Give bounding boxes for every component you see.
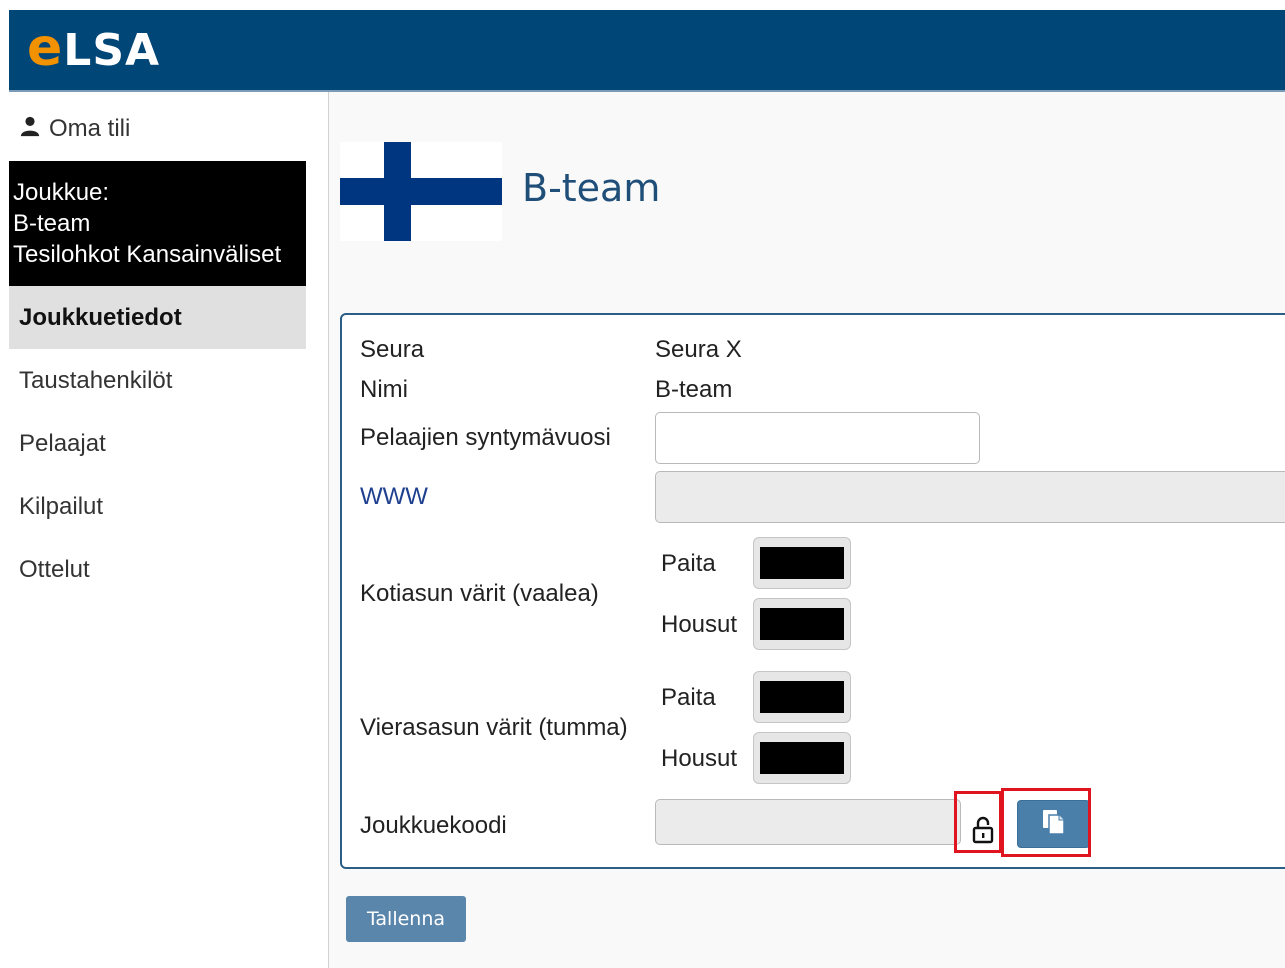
sidebar-item-taustahenkilot[interactable]: Taustahenkilöt — [9, 349, 306, 412]
away-shirt-color-picker[interactable] — [753, 671, 851, 723]
team-info-series: Tesilohkot Kansainväliset — [13, 241, 282, 268]
away-colors-label: Vierasasun värit (tumma) — [360, 714, 628, 741]
copy-button[interactable] — [1017, 800, 1090, 848]
main-content: B-team Seura Seura X Nimi B-team Pelaaji… — [329, 92, 1285, 968]
account-label: Oma tili — [49, 115, 131, 142]
top-bar: eLSA — [9, 10, 1285, 92]
sidebar-item-joukkuetiedot[interactable]: Joukkuetiedot — [9, 286, 306, 349]
team-code-label: Joukkuekoodi — [360, 812, 507, 839]
sidebar-item-kilpailut[interactable]: Kilpailut — [9, 475, 306, 538]
sidebar: Oma tili Joukkue: B-team Tesilohkot Kans… — [9, 92, 329, 968]
club-value: Seura X — [655, 336, 742, 363]
away-shirt-label: Paita — [661, 684, 716, 711]
finland-flag-icon — [340, 142, 502, 241]
team-info-name: B-team — [13, 210, 91, 237]
away-shorts-label: Housut — [661, 745, 738, 772]
team-code-input[interactable] — [655, 799, 961, 845]
away-shirt-swatch — [760, 681, 844, 713]
user-icon — [19, 115, 41, 144]
home-shirt-swatch — [760, 547, 844, 579]
home-shirt-label: Paita — [661, 550, 716, 577]
sidebar-item-pelaajat[interactable]: Pelaajat — [9, 412, 306, 475]
www-link[interactable]: WWW — [360, 483, 428, 511]
home-shorts-label: Housut — [661, 611, 738, 638]
sidebar-nav: Joukkuetiedot Taustahenkilöt Pelaajat Ki… — [9, 286, 306, 601]
name-label: Nimi — [360, 376, 408, 403]
team-info-heading: Joukkue: — [13, 179, 110, 206]
elsa-logo[interactable]: eLSA — [27, 18, 160, 78]
account-link[interactable]: Oma tili — [19, 112, 130, 146]
birth-year-label: Pelaajien syntymävuosi — [360, 424, 611, 451]
club-label: Seura — [360, 336, 425, 363]
save-button[interactable]: Tallenna — [346, 896, 466, 942]
team-info-box: Joukkue: B-team Tesilohkot Kansainvälise… — [9, 161, 306, 286]
home-colors-label: Kotiasun värit (vaalea) — [360, 580, 599, 607]
away-shorts-swatch — [760, 742, 844, 774]
logo-letters: LSA — [63, 25, 161, 76]
copy-icon — [1041, 808, 1067, 841]
www-input[interactable] — [655, 471, 1285, 523]
logo-letter-e: e — [27, 18, 64, 78]
page-title: B-team — [522, 166, 661, 210]
home-shorts-color-picker[interactable] — [753, 598, 851, 650]
lock-icon[interactable] — [966, 805, 1000, 855]
name-value: B-team — [655, 376, 733, 403]
home-shorts-swatch — [760, 608, 844, 640]
sidebar-item-ottelut[interactable]: Ottelut — [9, 538, 306, 601]
birth-year-input[interactable] — [655, 412, 980, 464]
away-shorts-color-picker[interactable] — [753, 732, 851, 784]
team-details-card: Seura Seura X Nimi B-team Pelaajien synt… — [340, 313, 1285, 869]
home-shirt-color-picker[interactable] — [753, 537, 851, 589]
